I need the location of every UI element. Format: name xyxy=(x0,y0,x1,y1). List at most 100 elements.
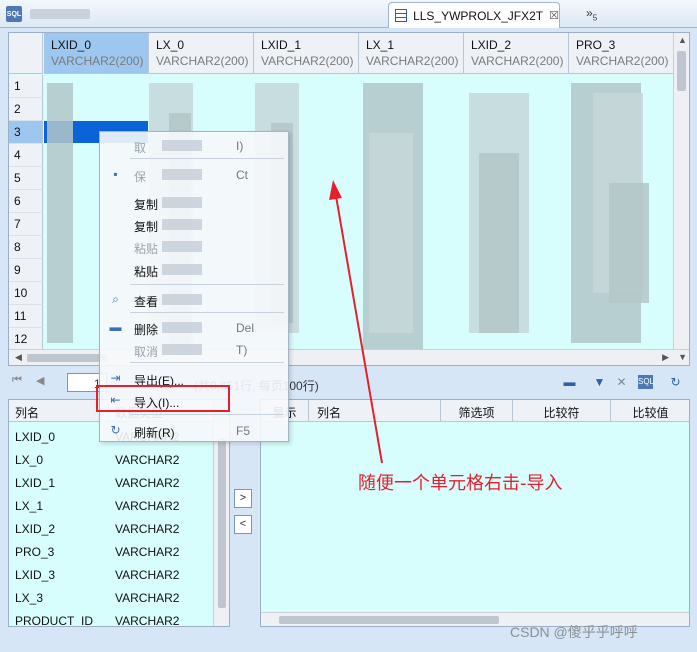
list-item[interactable]: LXID_1 VARCHAR2 xyxy=(9,471,214,494)
row-number[interactable]: 8 xyxy=(9,236,43,259)
list-item-name: PRO_3 xyxy=(15,545,55,559)
minus-icon[interactable]: ▬ xyxy=(562,375,577,389)
menu-item[interactable]: ⌕ 查看 xyxy=(100,289,288,310)
list-item-type: VARCHAR2 xyxy=(115,591,180,605)
menu-item-label: 刷新(R) xyxy=(134,426,175,440)
row-number[interactable]: 4 xyxy=(9,144,43,167)
menu-separator xyxy=(130,158,284,159)
menu-item[interactable]: 取消 T) xyxy=(100,339,288,360)
list-item-type: VARCHAR2 xyxy=(115,476,180,490)
menu-item[interactable]: ▪ 保 Ct xyxy=(100,164,288,185)
blurred-menu-text xyxy=(162,241,202,252)
row-number[interactable]: 3 xyxy=(9,121,43,144)
column-type: VARCHAR2(200) xyxy=(576,54,669,68)
scroll-thumb[interactable] xyxy=(218,438,226,608)
menu-item[interactable]: 粘贴 xyxy=(100,259,288,280)
refresh-icon[interactable]: ↻ xyxy=(668,375,683,389)
filter-operator-header[interactable]: 比较符 xyxy=(513,400,611,422)
import-highlight-box xyxy=(96,385,230,412)
row-number[interactable]: 2 xyxy=(9,98,43,121)
row-number[interactable]: 10 xyxy=(9,282,43,305)
column-type: VARCHAR2(200) xyxy=(51,54,144,68)
column-header[interactable]: LXID_0 VARCHAR2(200) xyxy=(44,33,149,74)
grid-vertical-scrollbar[interactable]: ▲ xyxy=(673,33,689,349)
clear-filter-icon[interactable]: ✕ xyxy=(614,375,629,389)
list-item-name: LXID_0 xyxy=(15,430,56,444)
blurred-menu-text xyxy=(162,294,202,305)
menu-item[interactable]: 复制 xyxy=(100,192,288,213)
filter-column-header[interactable]: 列名 xyxy=(309,400,441,422)
grid-corner[interactable] xyxy=(9,33,43,74)
column-type: VARCHAR2(200) xyxy=(366,54,459,68)
scroll-thumb[interactable] xyxy=(279,616,499,624)
menu-item-shortcut: Del xyxy=(236,321,255,335)
menu-separator xyxy=(130,362,284,363)
filter-option-header[interactable]: 筛选项 xyxy=(441,400,513,422)
row-number[interactable]: 12 xyxy=(9,328,43,351)
list-item[interactable]: LX_1 VARCHAR2 xyxy=(9,494,214,517)
tab-sql-editor[interactable]: SQL xyxy=(2,2,372,26)
scroll-left-icon[interactable]: ◀ xyxy=(15,352,22,363)
annotation-text: 随便一个单元格右击-导入 xyxy=(358,473,563,494)
editor-tab-bar: SQL LLS_YWPROLX_JFX2T ☒ »5 xyxy=(0,0,697,28)
column-name: PRO_3 xyxy=(576,38,616,52)
tab-table-data[interactable]: LLS_YWPROLX_JFX2T ☒ xyxy=(388,2,560,28)
scroll-thumb[interactable] xyxy=(27,354,107,362)
blurred-menu-text xyxy=(162,264,202,275)
watermark: CSDN @傻乎乎呼呼 xyxy=(510,624,638,640)
scroll-down-icon[interactable]: ▼ xyxy=(678,352,687,362)
list-item[interactable]: PRO_3 VARCHAR2 xyxy=(9,540,214,563)
column-header[interactable]: LX_0 VARCHAR2(200) xyxy=(149,33,254,74)
list-item-type: VARCHAR2 xyxy=(115,545,180,559)
tab-title: LLS_YWPROLX_JFX2T xyxy=(413,8,544,23)
add-filter-button[interactable]: > xyxy=(234,489,252,508)
blurred-menu-text xyxy=(162,219,202,230)
refresh-icon: ↻ xyxy=(110,423,121,437)
obfuscated-cell-data xyxy=(609,183,649,303)
list-item-name: LXID_1 xyxy=(15,476,56,490)
menu-item-shortcut: F5 xyxy=(236,424,251,438)
menu-item[interactable]: ▬ 删除 Del xyxy=(100,317,288,338)
sql-icon[interactable]: SQL xyxy=(638,375,654,389)
row-number[interactable]: 11 xyxy=(9,305,43,328)
export-icon: ⇥ xyxy=(110,371,121,385)
column-header[interactable]: LXID_2 VARCHAR2(200) xyxy=(464,33,569,74)
menu-item[interactable]: 复制 xyxy=(100,214,288,235)
column-name: LXID_1 xyxy=(261,38,302,52)
scroll-right-icon[interactable]: ▶ xyxy=(662,352,669,363)
sql-file-icon: SQL xyxy=(6,6,22,22)
menu-item[interactable]: 取 I) xyxy=(100,135,288,156)
column-header[interactable]: PRO_3 VARCHAR2(200) xyxy=(569,33,675,74)
search-icon: ⌕ xyxy=(112,292,119,306)
list-item[interactable]: LX_3 VARCHAR2 xyxy=(9,586,214,609)
column-name: LXID_0 xyxy=(51,38,92,52)
tab-overflow-button[interactable]: »5 xyxy=(586,6,597,22)
row-number[interactable]: 1 xyxy=(9,75,43,98)
remove-filter-button[interactable]: < xyxy=(234,515,252,534)
column-name-header[interactable]: 列名 xyxy=(9,400,109,422)
blurred-menu-text xyxy=(162,140,202,151)
list-item[interactable]: LXID_2 VARCHAR2 xyxy=(9,517,214,540)
row-number[interactable]: 9 xyxy=(9,259,43,282)
column-name: LXID_2 xyxy=(471,38,512,52)
column-header[interactable]: LX_1 VARCHAR2(200) xyxy=(359,33,464,74)
row-number[interactable]: 6 xyxy=(9,190,43,213)
list-item-type: VARCHAR2 xyxy=(115,614,180,627)
row-number[interactable]: 7 xyxy=(9,213,43,236)
list-item[interactable]: LXID_3 VARCHAR2 xyxy=(9,563,214,586)
scroll-up-icon[interactable]: ▲ xyxy=(678,35,687,45)
menu-item[interactable]: 粘贴 xyxy=(100,236,288,257)
row-number[interactable]: 5 xyxy=(9,167,43,190)
menu-item[interactable]: ↻ 刷新(R) F5 xyxy=(100,420,288,441)
filter-value-header[interactable]: 比较值 xyxy=(611,400,689,422)
filter-icon[interactable]: ▼ xyxy=(592,375,607,389)
first-page-icon[interactable]: ⏮ xyxy=(12,374,22,387)
scroll-thumb[interactable] xyxy=(677,51,686,91)
prev-page-icon[interactable]: ◀ xyxy=(36,374,44,387)
close-icon[interactable]: ☒ xyxy=(549,9,559,22)
column-header[interactable]: LXID_1 VARCHAR2(200) xyxy=(254,33,359,74)
overflow-count: 5 xyxy=(592,13,598,23)
list-item[interactable]: PRODUCT_ID VARCHAR2 xyxy=(9,609,214,627)
column-list-scrollbar[interactable] xyxy=(213,422,229,626)
list-item[interactable]: LX_0 VARCHAR2 xyxy=(9,448,214,471)
